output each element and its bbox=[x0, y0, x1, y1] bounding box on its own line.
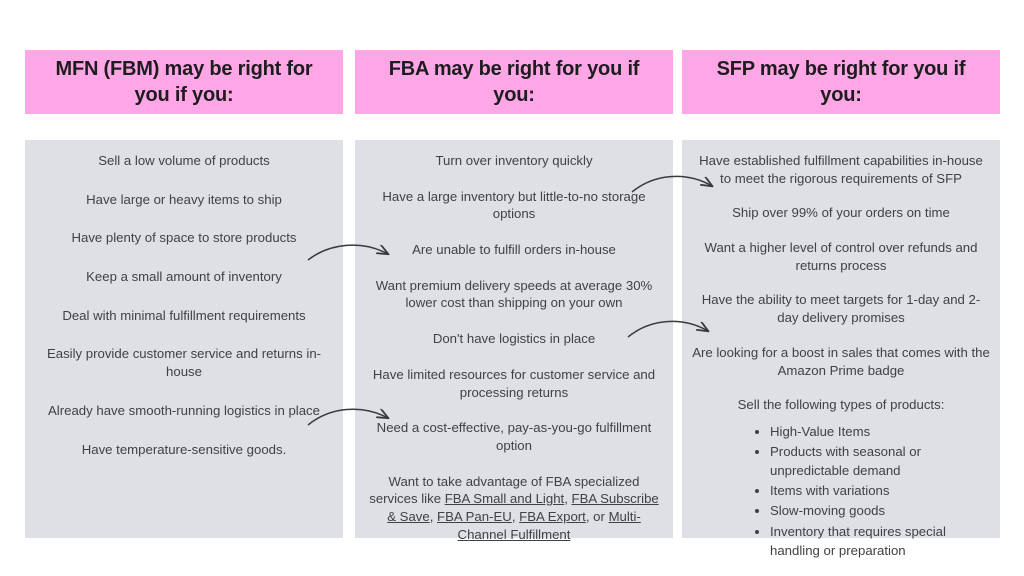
column-header-sfp: SFP may be right for you if you: bbox=[682, 50, 1000, 114]
criteria-list-sfp: Have established fulfillment capabilitie… bbox=[692, 152, 990, 560]
column-panel-mfn: Sell a low volume of products Have large… bbox=[25, 140, 343, 538]
list-item: Need a cost-effective, pay-as-you-go ful… bbox=[376, 420, 652, 453]
link-separator: , bbox=[564, 491, 572, 507]
product-types-bullet-list: High-Value ItemsProducts with seasonal o… bbox=[692, 422, 990, 560]
column-panel-sfp: Have established fulfillment capabilitie… bbox=[682, 140, 1000, 558]
product-type-bullet: High-Value Items bbox=[770, 422, 990, 441]
list-item: Sell a low volume of products bbox=[98, 153, 270, 168]
list-item: Ship over 99% of your orders on time bbox=[732, 205, 950, 221]
product-type-bullet: Items with variations bbox=[770, 481, 990, 500]
comparison-diagram: MFN (FBM) may be right for you if you: S… bbox=[0, 0, 1024, 576]
column-header-mfn: MFN (FBM) may be right for you if you: bbox=[25, 50, 343, 114]
list-item: Have plenty of space to store products bbox=[71, 230, 297, 246]
product-type-bullet: Inventory that requires special handling… bbox=[770, 522, 990, 560]
column-panel-fba: Turn over inventory quickly Have a large… bbox=[355, 140, 673, 542]
criteria-list-mfn: Sell a low volume of products Have large… bbox=[35, 152, 333, 458]
list-item: Want premium delivery speeds at average … bbox=[375, 277, 653, 311]
column-mfn: MFN (FBM) may be right for you if you: S… bbox=[25, 0, 343, 576]
column-header-fba: FBA may be right for you if you: bbox=[355, 50, 673, 114]
product-type-bullet: Slow-moving goods bbox=[770, 501, 990, 520]
list-item: Already have smooth-running logistics in… bbox=[48, 402, 320, 418]
list-item: Have large or heavy items to ship bbox=[86, 191, 282, 207]
list-item: Want a higher level of control over refu… bbox=[704, 240, 978, 273]
list-item: Are looking for a boost in sales that co… bbox=[692, 344, 990, 378]
list-item: Have temperature-sensitive goods. bbox=[81, 441, 287, 457]
criteria-list-fba: Turn over inventory quickly Have a large… bbox=[365, 152, 663, 543]
product-types-block: Sell the following types of products: Hi… bbox=[692, 396, 990, 560]
fba-service-link[interactable]: FBA Export bbox=[519, 509, 586, 524]
column-header-mfn-text: MFN (FBM) may be right for you if you: bbox=[55, 58, 313, 106]
list-item: Are unable to fulfill orders in-house bbox=[412, 242, 616, 258]
list-item: Have limited resources for customer serv… bbox=[372, 366, 656, 400]
link-separator: , bbox=[429, 508, 438, 524]
list-item: Have a large inventory but little-to-no … bbox=[382, 188, 646, 222]
list-item: Turn over inventory quickly bbox=[435, 153, 593, 168]
list-item: Don't have logistics in place bbox=[432, 331, 596, 347]
list-item: Have the ability to meet targets for 1-d… bbox=[701, 292, 981, 326]
product-types-lead-in: Sell the following types of products: bbox=[737, 397, 945, 413]
list-item: Have established fulfillment capabilitie… bbox=[699, 153, 983, 186]
fba-service-link[interactable]: FBA Pan-EU bbox=[437, 509, 512, 524]
product-type-bullet: Products with seasonal or unpredictable … bbox=[770, 442, 990, 480]
list-item: Keep a small amount of inventory bbox=[86, 269, 282, 285]
column-sfp: SFP may be right for you if you: Have es… bbox=[682, 0, 1000, 576]
column-header-fba-text: FBA may be right for you if you: bbox=[388, 58, 640, 106]
link-separator: , or bbox=[585, 508, 609, 524]
column-header-sfp-text: SFP may be right for you if you: bbox=[716, 58, 966, 106]
list-item-fba-services: Want to take advantage of FBA specialize… bbox=[365, 473, 663, 544]
list-item: Deal with minimal fulfillment requiremen… bbox=[62, 307, 306, 323]
list-item: Easily provide customer service and retu… bbox=[46, 346, 322, 380]
fba-service-link[interactable]: FBA Small and Light bbox=[445, 491, 565, 506]
column-fba: FBA may be right for you if you: Turn ov… bbox=[355, 0, 673, 576]
